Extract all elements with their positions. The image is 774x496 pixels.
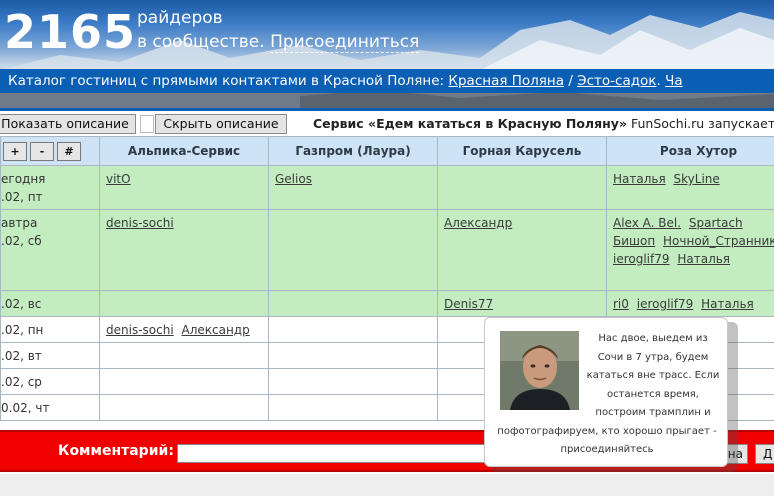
user-link[interactable]: ieroglif79	[637, 297, 694, 311]
day-label: .02, ср	[1, 375, 42, 389]
user-link[interactable]: Alex A. Bel.	[613, 216, 681, 230]
user-link[interactable]: Gelios	[275, 172, 312, 186]
community-text: в сообществе.	[137, 32, 265, 52]
user-link[interactable]: Бишоп	[613, 234, 655, 248]
schedule-cell	[99, 394, 269, 421]
schedule-cell: Alex A. Bel. Spartach Бишоп Ночной_Стран…	[606, 209, 774, 291]
date-label: .02, сб	[1, 234, 42, 248]
user-link[interactable]: Наталья	[677, 252, 730, 266]
header-banner: 2165 райдеров в сообществе. Присоединить…	[0, 0, 774, 108]
schedule-cell	[268, 316, 438, 343]
schedule-cell	[99, 368, 269, 395]
table-row: автра .02, сб denis-sochi Александр Alex A…	[0, 209, 774, 291]
comment-input[interactable]	[177, 444, 497, 463]
service-rest: FunSochi.ru запускает се	[630, 116, 774, 131]
day-cell: автра .02, сб	[0, 209, 100, 291]
user-link[interactable]: SkyLine	[674, 172, 720, 186]
day-cell: .02, вс	[0, 290, 100, 317]
column-header-gazprom[interactable]: Газпром (Лаура)	[268, 136, 438, 166]
user-link[interactable]: Наталья	[701, 297, 754, 311]
hide-description-button[interactable]: Скрыть описание	[155, 114, 287, 134]
day-label: автра	[1, 216, 38, 230]
show-description-button[interactable]: Показать описание	[0, 114, 136, 134]
schedule-cell: Gelios	[268, 165, 438, 210]
comment-second-button[interactable]: Д	[755, 444, 774, 464]
description-checkbox[interactable]	[140, 115, 154, 133]
catalog-separator: /	[568, 73, 573, 89]
day-cell: 0.02, чт	[0, 394, 100, 421]
day-label: .02, вт	[1, 349, 42, 363]
comment-label: Комментарий:	[58, 443, 174, 459]
schedule-cell: Denis77	[437, 290, 607, 317]
day-cell: .02, вт	[0, 342, 100, 369]
date-label: .02, пт	[1, 190, 43, 204]
schedule-cell: Александр	[437, 209, 607, 291]
user-link[interactable]: Наталья	[613, 172, 666, 186]
user-link[interactable]: ieroglif79	[613, 252, 670, 266]
user-link[interactable]: denis-sochi	[106, 216, 174, 230]
number-button[interactable]: #	[57, 141, 81, 161]
hotel-catalog-bar: Каталог гостиниц с прямыми контактами в …	[0, 69, 774, 93]
day-label: .02, вс	[1, 297, 42, 311]
service-announcement: Сервис «Едем кататься в Красную Поляну» …	[313, 114, 774, 134]
day-label: .02, пн	[1, 323, 44, 337]
table-row: .02, вс Denis77 ri0 ieroglif79 Наталья	[0, 290, 774, 317]
schedule-cell: vitO	[99, 165, 269, 210]
schedule-cell: ri0 ieroglif79 Наталья	[606, 290, 774, 317]
table-controls: + - #	[0, 136, 100, 166]
service-title: Сервис «Едем кататься в Красную Поляну»	[313, 116, 627, 131]
user-link[interactable]: denis-sochi	[106, 323, 174, 337]
catalog-link-esto-sadok[interactable]: Эсто-садок	[577, 73, 656, 89]
schedule-cell: denis-sochi Александр	[99, 316, 269, 343]
expand-button[interactable]: +	[3, 141, 27, 161]
day-label: егодня	[1, 172, 46, 186]
schedule-cell	[268, 290, 438, 317]
day-cell: егодня .02, пт	[0, 165, 100, 210]
day-cell: .02, пн	[0, 316, 100, 343]
table-header-row: + - # Альпика-Сервис Газпром (Лаура) Горна…	[0, 136, 774, 166]
user-link[interactable]: Denis77	[444, 297, 493, 311]
community-line: в сообществе. Присоединиться	[137, 32, 420, 53]
column-header-roza-khutor[interactable]: Роза Хутор	[606, 136, 774, 166]
schedule-cell: Наталья SkyLine	[606, 165, 774, 210]
column-header-alpika[interactable]: Альпика-Сервис	[99, 136, 269, 166]
user-link[interactable]: Spartach	[689, 216, 743, 230]
schedule-cell: denis-sochi	[99, 209, 269, 291]
collapse-button[interactable]: -	[30, 141, 54, 161]
riders-word: райдеров	[137, 8, 223, 28]
description-toolbar: Показать описание Скрыть описание Сервис…	[0, 108, 774, 134]
schedule-cell	[99, 342, 269, 369]
user-link[interactable]: Александр	[181, 323, 249, 337]
table-row: егодня .02, пт vitO Gelios Наталья SkyLine	[0, 165, 774, 210]
join-link[interactable]: Присоединиться	[270, 32, 420, 53]
catalog-text: Каталог гостиниц с прямыми контактами в …	[8, 73, 445, 89]
schedule-cell	[99, 290, 269, 317]
catalog-link-third[interactable]: Ча	[665, 73, 683, 89]
tooltip-message: Нас двое, выедем из Сочи в 7 утра, будем…	[493, 330, 721, 460]
day-cell: .02, ср	[0, 368, 100, 395]
user-link[interactable]: ri0	[613, 297, 629, 311]
column-header-gornaya-karusel[interactable]: Горная Карусель	[437, 136, 607, 166]
schedule-cell	[268, 394, 438, 421]
schedule-cell	[268, 209, 438, 291]
rider-count: 2165	[4, 5, 137, 59]
footer-strip	[0, 474, 774, 496]
user-link[interactable]: vitO	[106, 172, 131, 186]
schedule-cell	[268, 368, 438, 395]
schedule-cell	[437, 165, 607, 210]
catalog-link-krasnaya-polyana[interactable]: Красная Поляна	[448, 73, 564, 89]
user-tooltip: Нас двое, выедем из Сочи в 7 утра, будем…	[484, 317, 728, 467]
user-link[interactable]: Ночной_Странник	[663, 234, 774, 248]
day-label: 0.02, чт	[1, 401, 50, 415]
schedule-cell	[268, 342, 438, 369]
user-link[interactable]: Александр	[444, 216, 512, 230]
